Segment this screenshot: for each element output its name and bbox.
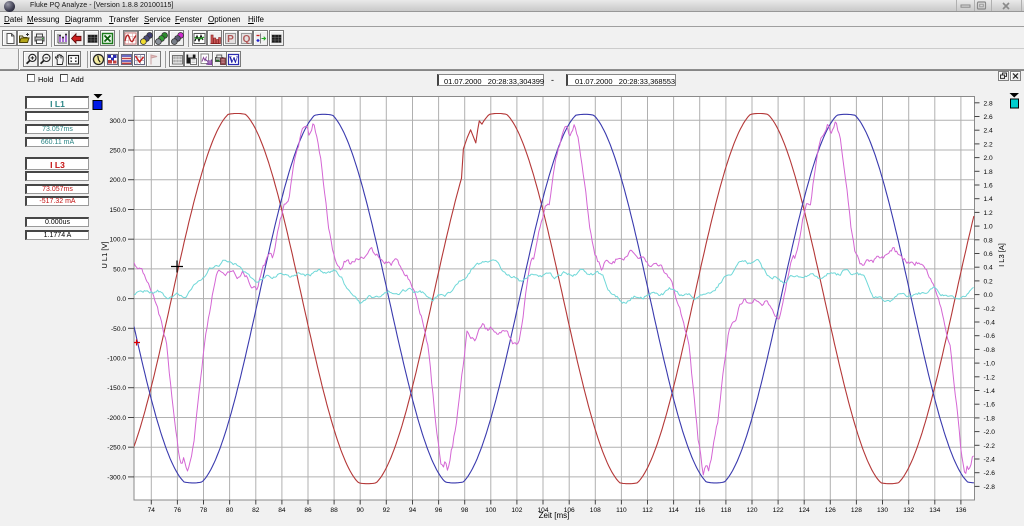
- svg-text:126: 126: [825, 507, 836, 514]
- svg-text:U L1 [V]: U L1 [V]: [100, 241, 109, 268]
- svg-text:128: 128: [851, 507, 862, 514]
- svg-text:108: 108: [590, 507, 601, 514]
- svg-text:-1.6: -1.6: [984, 402, 996, 409]
- svg-text:92: 92: [383, 507, 391, 514]
- svg-text:1.6: 1.6: [984, 183, 993, 190]
- svg-text:0.2: 0.2: [984, 278, 993, 285]
- svg-text:1.0: 1.0: [984, 224, 993, 231]
- svg-text:-1.4: -1.4: [984, 388, 996, 395]
- svg-text:102: 102: [511, 507, 522, 514]
- svg-text:0.0: 0.0: [984, 292, 993, 299]
- svg-text:-100.0: -100.0: [107, 356, 126, 363]
- svg-text:94: 94: [409, 507, 417, 514]
- svg-text:76: 76: [174, 507, 182, 514]
- svg-text:98: 98: [461, 507, 469, 514]
- svg-text:-0.2: -0.2: [984, 306, 996, 313]
- svg-text:-1.2: -1.2: [984, 374, 996, 381]
- svg-text:124: 124: [799, 507, 810, 514]
- svg-text:2.4: 2.4: [984, 128, 993, 135]
- svg-text:100.0: 100.0: [109, 237, 126, 244]
- svg-text:-2.2: -2.2: [984, 443, 996, 450]
- svg-text:84: 84: [278, 507, 286, 514]
- svg-text:2.6: 2.6: [984, 114, 993, 121]
- svg-text:86: 86: [304, 507, 312, 514]
- svg-text:-0.4: -0.4: [984, 320, 996, 327]
- svg-text:82: 82: [252, 507, 260, 514]
- svg-text:80: 80: [226, 507, 234, 514]
- svg-text:96: 96: [435, 507, 443, 514]
- svg-text:136: 136: [955, 507, 966, 514]
- svg-text:122: 122: [773, 507, 784, 514]
- svg-text:0.8: 0.8: [984, 237, 993, 244]
- svg-text:2.8: 2.8: [984, 100, 993, 107]
- svg-text:1.8: 1.8: [984, 169, 993, 176]
- svg-text:-150.0: -150.0: [107, 385, 126, 392]
- svg-text:-300.0: -300.0: [107, 474, 126, 481]
- svg-text:100: 100: [485, 507, 496, 514]
- svg-text:-1.0: -1.0: [984, 361, 996, 368]
- svg-text:I L3 [A]: I L3 [A]: [997, 243, 1006, 267]
- svg-text:-50.0: -50.0: [111, 326, 126, 333]
- svg-text:118: 118: [721, 507, 732, 514]
- svg-text:1.4: 1.4: [984, 196, 993, 203]
- svg-text:250.0: 250.0: [109, 148, 126, 155]
- svg-text:114: 114: [668, 507, 679, 514]
- svg-text:-0.8: -0.8: [984, 347, 996, 354]
- svg-text:110: 110: [616, 507, 627, 514]
- svg-text:-2.8: -2.8: [984, 484, 996, 491]
- svg-text:-0.6: -0.6: [984, 333, 996, 340]
- svg-text:-250.0: -250.0: [107, 445, 126, 452]
- svg-text:134: 134: [929, 507, 940, 514]
- svg-text:-200.0: -200.0: [107, 415, 126, 422]
- svg-text:0.6: 0.6: [984, 251, 993, 258]
- svg-text:-2.4: -2.4: [984, 457, 996, 464]
- svg-text:2.2: 2.2: [984, 141, 993, 148]
- svg-text:78: 78: [200, 507, 208, 514]
- svg-text:74: 74: [148, 507, 156, 514]
- svg-text:132: 132: [903, 507, 914, 514]
- svg-text:150.0: 150.0: [109, 207, 126, 214]
- svg-text:130: 130: [877, 507, 888, 514]
- svg-text:1.2: 1.2: [984, 210, 993, 217]
- svg-text:116: 116: [694, 507, 705, 514]
- svg-text:200.0: 200.0: [109, 177, 126, 184]
- svg-text:120: 120: [746, 507, 757, 514]
- svg-text:-1.8: -1.8: [984, 415, 996, 422]
- svg-text:-2.0: -2.0: [984, 429, 996, 436]
- svg-text:88: 88: [330, 507, 338, 514]
- svg-text:Zeit [ms]: Zeit [ms]: [539, 511, 570, 520]
- svg-text:2.0: 2.0: [984, 155, 993, 162]
- svg-text:-2.6: -2.6: [984, 470, 996, 477]
- svg-text:300.0: 300.0: [109, 118, 126, 125]
- svg-text:90: 90: [357, 507, 365, 514]
- svg-text:0.0: 0.0: [117, 296, 126, 303]
- svg-text:50.0: 50.0: [113, 266, 126, 273]
- svg-text:0.4: 0.4: [984, 265, 993, 272]
- svg-text:112: 112: [642, 507, 653, 514]
